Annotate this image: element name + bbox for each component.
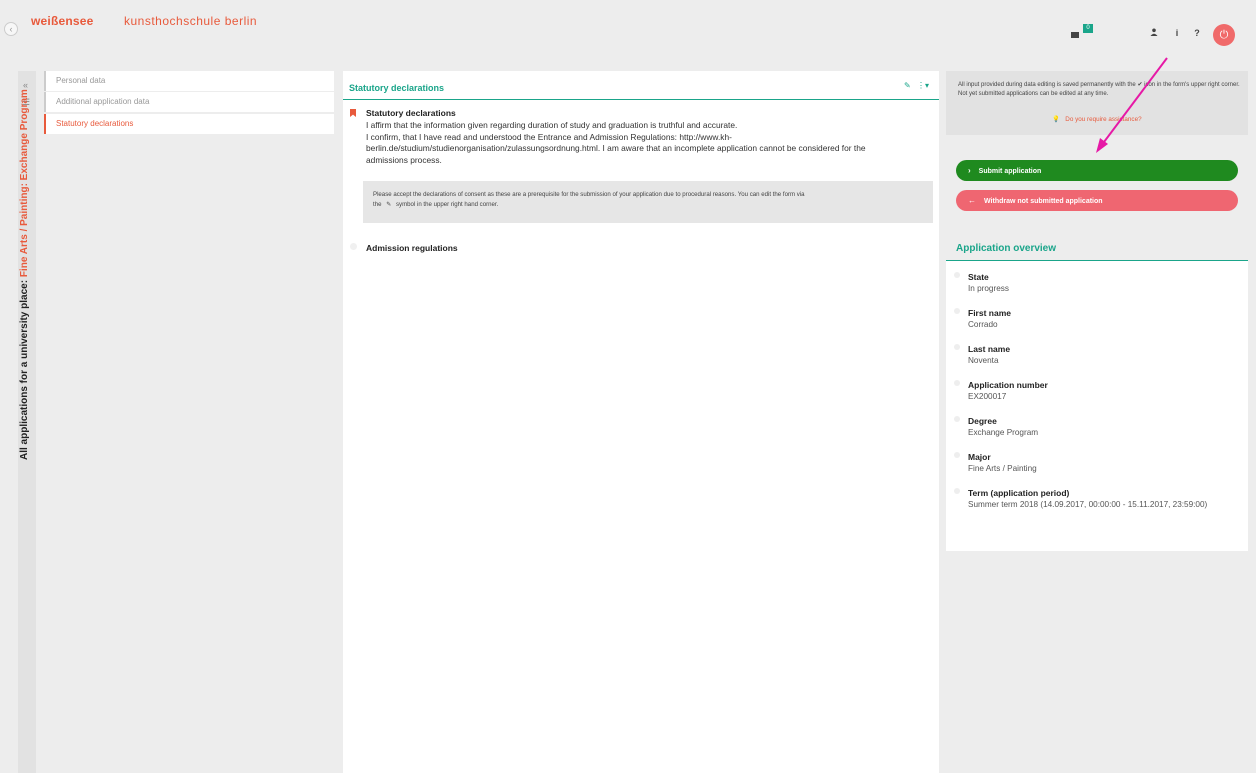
notice-line: Please accept the declarations of consen… [373, 191, 805, 198]
notice-suffix: symbol in the upper right hand corner. [396, 200, 499, 208]
pencil-icon: ✎ [386, 200, 392, 208]
overview-value: EX200017 [968, 392, 1007, 401]
info-box: All input provided during data editing i… [946, 71, 1248, 135]
edit-icon[interactable]: ✎ [904, 81, 911, 90]
cart-badge: 0 [1083, 24, 1093, 33]
submit-label: Submit application [978, 168, 1042, 175]
cart-button[interactable]: 0 [1071, 24, 1093, 44]
overview-value: Fine Arts / Painting [968, 464, 1037, 473]
main-panel: Statutory declarations ✎ ⋮▾ Statutory de… [343, 71, 939, 773]
notice-line: the ✎ symbol in the upper right hand cor… [373, 200, 923, 210]
overview-item: Application number EX200017 [954, 379, 1048, 403]
overview-item: Term (application period) Summer term 201… [954, 487, 1208, 511]
user-icon[interactable] [1147, 26, 1161, 40]
more-menu-icon[interactable]: ⋮▾ [917, 81, 929, 90]
overview-item: Last name Noventa [954, 343, 1011, 367]
admission-heading[interactable]: Admission regulations [366, 243, 458, 253]
info-text: All input provided during data editing i… [958, 82, 1240, 97]
info-icon[interactable]: i [1170, 26, 1184, 40]
nav-item-personal-data[interactable]: Personal data [44, 71, 334, 91]
overview-value: In progress [968, 284, 1009, 293]
declaration-text: I affirm that the information given rega… [366, 120, 926, 166]
overview-item: First name Corrado [954, 307, 1011, 331]
vertical-title: All applications for a university place:… [19, 89, 37, 461]
overview-item: State In progress [954, 271, 1009, 295]
nav-item-additional-data[interactable]: Additional application data [44, 92, 334, 112]
power-icon[interactable]: ⏻ [1213, 24, 1235, 46]
help-icon[interactable]: ? [1190, 26, 1204, 40]
divider [343, 99, 939, 100]
right-column: All input provided during data editing i… [946, 71, 1248, 773]
overview-value: Noventa [968, 356, 999, 365]
app-header: ‹ weißensee kunsthochschule berlin 0 i ?… [0, 0, 1256, 60]
consent-notice: Please accept the declarations of consen… [363, 181, 933, 223]
declaration-line: berlin.de/studium/studienorganisation/zu… [366, 143, 866, 153]
declaration-line: admissions process. [366, 154, 442, 165]
back-icon[interactable]: ‹ [4, 22, 18, 36]
overview-label: Degree [968, 416, 997, 426]
arrow-left-icon: ← [968, 196, 976, 205]
assistance-link[interactable]: Do you require assistance? [1065, 116, 1141, 123]
overview-label: Major [968, 452, 991, 462]
overview-label: State [968, 272, 989, 282]
overview-label: Last name [968, 344, 1011, 354]
logo-weissensee[interactable]: weißensee [31, 14, 94, 28]
declaration-line: I affirm that the information given rega… [366, 120, 738, 130]
withdraw-label: Withdraw not submitted application [984, 198, 1103, 205]
overview-value: Exchange Program [968, 428, 1039, 437]
overview-label: First name [968, 308, 1011, 318]
declaration-line: I confirm, that I have read and understo… [366, 131, 732, 142]
overview-title: Application overview [956, 243, 1057, 254]
overview-item: Degree Exchange Program [954, 415, 1039, 439]
overview-value: Summer term 2018 (14.09.2017, 00:00:00 -… [968, 500, 1208, 509]
vertical-title-prefix: All applications for a university place: [19, 277, 30, 460]
overview-label: Application number [968, 380, 1048, 390]
chevron-right-icon: › [968, 166, 971, 175]
form-navigation: Personal data Additional application dat… [36, 71, 334, 773]
assistance-link-row: 💡 Do you require assistance? [946, 115, 1248, 123]
submit-application-button[interactable]: › Submit application [956, 160, 1238, 181]
logo-kunsthochschule[interactable]: kunsthochschule berlin [124, 14, 257, 28]
overview-label: Term (application period) [968, 488, 1070, 498]
panel-title: Statutory declarations [349, 83, 445, 93]
vertical-title-accent: Fine Arts / Painting: Exchange Program [19, 89, 30, 278]
overview-value: Corrado [968, 320, 998, 329]
nav-item-statutory-declarations[interactable]: Statutory declarations [44, 114, 334, 134]
panel-tools: ✎ ⋮▾ [904, 81, 929, 90]
overview-item: Major Fine Arts / Painting [954, 451, 1037, 475]
lightbulb-icon: 💡 [1052, 116, 1061, 123]
cart-icon [1071, 32, 1079, 38]
section-heading: Statutory declarations [366, 108, 456, 118]
status-dot [350, 243, 357, 250]
bookmark-icon [350, 109, 356, 117]
notice-prefix: the [373, 200, 382, 208]
overview-list: State In progress First name Corrado Last … [946, 261, 1248, 551]
withdraw-application-button[interactable]: ← Withdraw not submitted application [956, 190, 1238, 211]
